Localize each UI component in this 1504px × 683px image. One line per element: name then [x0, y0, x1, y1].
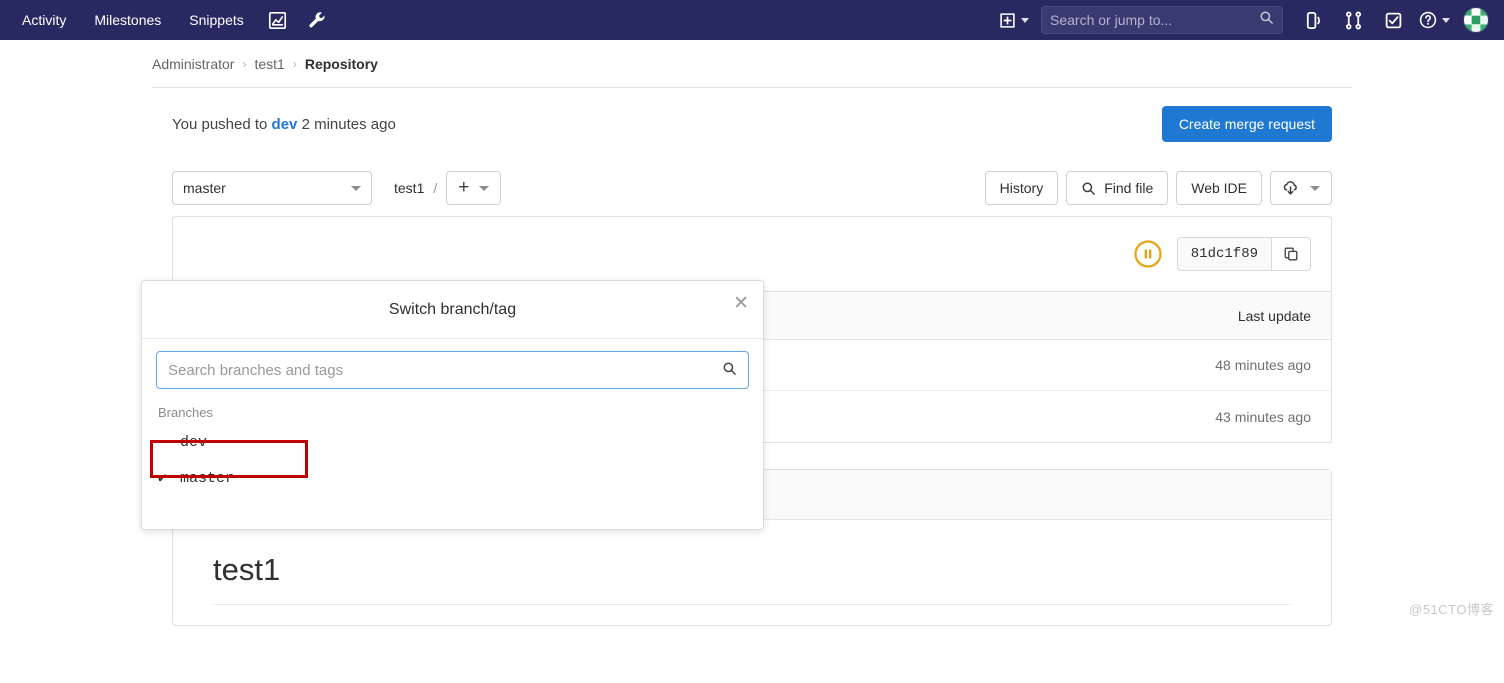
watermark: @51CTO博客 [1409, 602, 1494, 617]
avatar[interactable] [1456, 0, 1496, 40]
chevron-down-icon [351, 185, 361, 191]
dropdown-title: Switch branch/tag [388, 300, 517, 318]
chart-icon[interactable] [258, 0, 298, 40]
copy-sha-button[interactable] [1271, 237, 1311, 271]
push-suffix: 2 minutes ago [301, 115, 396, 133]
page-body: Administrator › test1 › Repository You p… [0, 40, 1504, 626]
readme-body: test1 [173, 520, 1331, 625]
commit-sha-group: 81dc1f89 [1176, 237, 1311, 271]
branch-option-dev[interactable]: dev [142, 424, 763, 460]
push-banner: You pushed to dev 2 minutes ago Create m… [152, 88, 1352, 160]
column-header-last-update: Last update [1237, 307, 1311, 324]
nav-link-milestones[interactable]: Milestones [80, 0, 175, 40]
branch-option-master[interactable]: ✔ master [142, 460, 763, 496]
chevron-down-icon [1310, 185, 1320, 191]
find-file-button[interactable]: Find file [1066, 171, 1169, 205]
copy-icon [1284, 247, 1298, 261]
chevron-down-icon [1021, 17, 1029, 23]
check-icon: ✔ [158, 470, 167, 487]
dropdown-section-branches: Branches [158, 405, 213, 420]
breadcrumb-current: Repository [304, 55, 378, 72]
new-dropdown-button[interactable] [993, 0, 1035, 40]
breadcrumb-separator: › [292, 56, 297, 71]
breadcrumb-project[interactable]: test1 [254, 56, 284, 72]
help-icon [1419, 11, 1437, 29]
top-navbar: Activity Milestones Snippets Search or j [0, 0, 1504, 40]
commit-sha[interactable]: 81dc1f89 [1176, 237, 1271, 271]
push-prefix: You pushed to [172, 115, 268, 133]
switch-branch-dropdown: Switch branch/tag ✕ Branches dev ✔ maste… [141, 280, 764, 530]
toolbar-left: master test1 / + [172, 171, 502, 205]
nav-link-snippets[interactable]: Snippets [175, 0, 257, 40]
path-separator: / [433, 180, 438, 196]
toolbar-right: History Find file Web IDE [984, 171, 1332, 205]
help-dropdown-button[interactable] [1413, 0, 1456, 40]
breadcrumb-separator: › [242, 56, 247, 71]
breadcrumb-owner[interactable]: Administrator [152, 56, 234, 72]
navbar-right-group: Search or jump to... [993, 0, 1504, 40]
repo-toolbar: master test1 / + History Find file Web I… [152, 160, 1352, 216]
push-message: You pushed to dev 2 minutes ago [172, 116, 396, 133]
nav-link-activity[interactable]: Activity [8, 0, 80, 40]
wrench-icon[interactable] [298, 0, 338, 40]
create-merge-request-button[interactable]: Create merge request [1161, 106, 1332, 142]
last-update-cell: 48 minutes ago [1215, 357, 1311, 373]
branch-selector[interactable]: master [172, 171, 372, 205]
search-icon [722, 361, 737, 381]
history-button[interactable]: History [984, 171, 1059, 205]
plus-square-icon [1000, 12, 1015, 28]
dropdown-search-wrap [142, 339, 763, 389]
branch-option-label: master [180, 469, 235, 487]
find-file-label: Find file [1104, 180, 1154, 196]
readme-title: test1 [213, 552, 1291, 605]
issues-icon[interactable] [1293, 0, 1333, 40]
download-cloud-icon [1283, 180, 1297, 195]
path-breadcrumb: test1 / + [394, 171, 502, 205]
pipeline-pending-icon[interactable] [1133, 239, 1163, 269]
last-update-cell: 43 minutes ago [1215, 408, 1311, 425]
branch-option-label: dev [180, 433, 208, 451]
search-icon [1082, 182, 1096, 195]
todos-icon[interactable] [1373, 0, 1413, 40]
search-placeholder: Search or jump to... [1050, 12, 1173, 28]
branch-search-input[interactable] [156, 351, 749, 389]
navbar-left-group: Activity Milestones Snippets [0, 0, 338, 40]
chevron-down-icon [479, 185, 490, 191]
web-ide-button[interactable]: Web IDE [1176, 171, 1262, 205]
breadcrumb: Administrator › test1 › Repository [152, 40, 1352, 88]
close-icon[interactable]: ✕ [733, 294, 749, 313]
search-input[interactable]: Search or jump to... [1041, 6, 1283, 34]
path-project[interactable]: test1 [394, 180, 424, 196]
dropdown-header: Switch branch/tag ✕ [142, 281, 763, 339]
branch-selector-label: master [183, 180, 226, 196]
search-icon [1259, 10, 1274, 30]
add-to-tree-button[interactable]: + [446, 171, 502, 205]
clone-dropdown-button[interactable] [1270, 171, 1332, 205]
chevron-down-icon [1442, 17, 1450, 23]
push-branch-link[interactable]: dev [272, 116, 298, 133]
plus-icon: + [458, 176, 470, 198]
merge-requests-icon[interactable] [1333, 0, 1373, 40]
